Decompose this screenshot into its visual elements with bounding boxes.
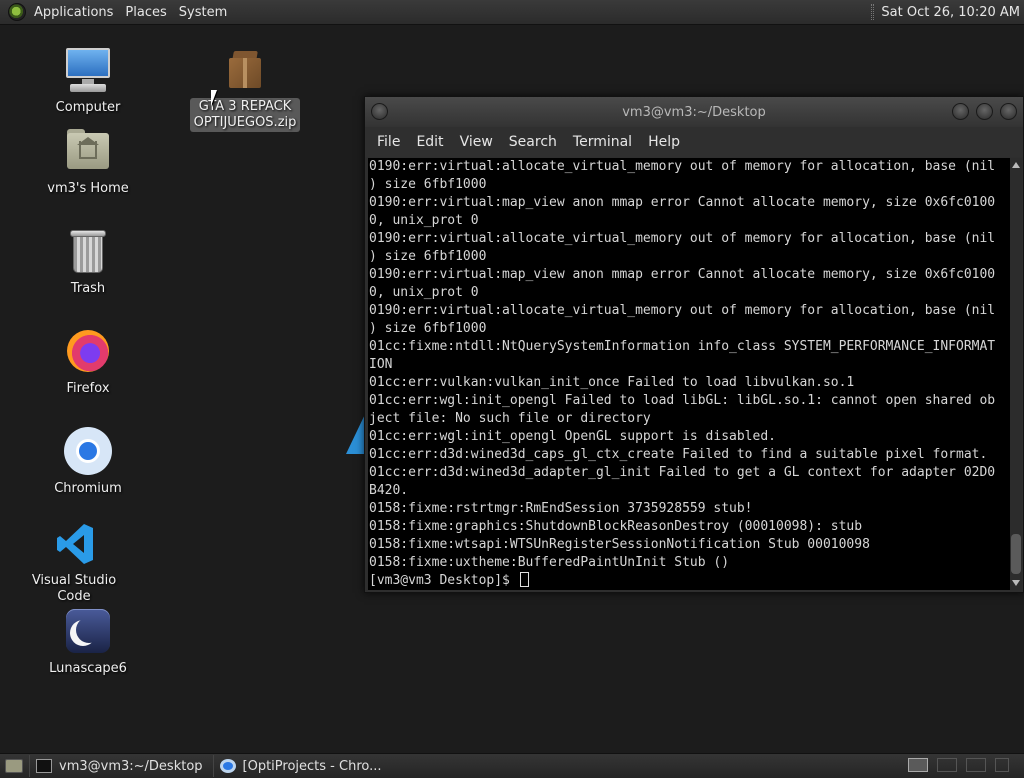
lunascape-icon — [64, 607, 112, 655]
terminal-line: 01cc:err:wgl:init_opengl Failed to load … — [369, 393, 996, 408]
workspace-3[interactable] — [966, 758, 986, 772]
home-folder-icon — [64, 127, 112, 175]
terminal-line: 0190:err:virtual:map_view anon mmap erro… — [369, 195, 996, 210]
trash-icon — [64, 227, 112, 275]
scroll-thumb[interactable] — [1011, 534, 1021, 574]
close-button[interactable] — [1000, 103, 1017, 120]
clock[interactable]: Sat Oct 26, 10:20 AM — [881, 5, 1024, 20]
vscode-icon — [50, 519, 98, 567]
computer-icon — [64, 46, 112, 94]
desktop-icon-label: Trash — [70, 281, 106, 296]
chromium-icon — [219, 759, 236, 773]
minimize-button[interactable] — [952, 103, 969, 120]
terminal-line: ) size 6fbf1000 — [369, 249, 487, 264]
desktop-icon-zip-file[interactable]: GTA 3 REPACK OPTIJUEGOS.zip — [185, 48, 305, 132]
desktop-icon-trash[interactable]: Trash — [28, 227, 148, 297]
terminal-line: 0158:fixme:rstrtmgr:RmEndSession 3735928… — [369, 501, 753, 516]
desktop-icon-label: Computer — [55, 100, 121, 115]
terminal-line: 01cc:fixme:ntdll:NtQuerySystemInformatio… — [369, 339, 996, 354]
system-menu[interactable]: System — [173, 0, 233, 25]
zip-archive-icon — [221, 48, 269, 96]
taskbar-item-chromium[interactable]: [OptiProjects - Chro... — [212, 755, 388, 777]
terminal-menubar: File Edit View Search Terminal Help — [365, 127, 1023, 157]
terminal-line: 0158:fixme:uxtheme:BufferedPaintUnInit S… — [369, 555, 730, 570]
desktop-icon-home[interactable]: vm3's Home — [28, 127, 148, 197]
desktop-icon-firefox[interactable]: Firefox — [28, 327, 148, 397]
menu-view[interactable]: View — [452, 134, 501, 150]
terminal-line: 0190:err:virtual:allocate_virtual_memory… — [369, 231, 996, 246]
menu-file[interactable]: File — [369, 134, 408, 150]
menu-search[interactable]: Search — [501, 134, 565, 150]
terminal-line: 01cc:err:vulkan:vulkan_init_once Failed … — [369, 375, 855, 390]
terminal-titlebar[interactable]: vm3@vm3:~/Desktop — [365, 97, 1023, 127]
applications-menu[interactable]: Applications — [28, 0, 119, 25]
terminal-line: 0190:err:virtual:allocate_virtual_memory… — [369, 159, 996, 174]
workspace-1[interactable] — [908, 758, 928, 772]
workspace-2[interactable] — [937, 758, 957, 772]
terminal-line: 0190:err:virtual:allocate_virtual_memory… — [369, 303, 996, 318]
window-title: vm3@vm3:~/Desktop — [622, 104, 766, 120]
terminal-line: 0158:fixme:wtsapi:WTSUnRegisterSessionNo… — [369, 537, 870, 552]
menu-terminal[interactable]: Terminal — [565, 134, 640, 150]
desktop-icon-label: Chromium — [54, 481, 122, 496]
panel-separator — [871, 4, 875, 20]
desktop-icon-lunascape[interactable]: Lunascape6 — [28, 607, 148, 677]
terminal-window[interactable]: vm3@vm3:~/Desktop File Edit View Search … — [364, 96, 1024, 593]
text-cursor — [519, 572, 529, 587]
taskbar-item-label: vm3@vm3:~/Desktop — [59, 758, 203, 774]
terminal-lines: 0190:err:virtual:allocate_virtual_memory… — [368, 158, 1010, 590]
terminal-line: 01cc:err:d3d:wined3d_adapter_gl_init Fai… — [369, 465, 996, 480]
terminal-line: 01cc:err:d3d:wined3d_caps_gl_ctx_create … — [369, 447, 988, 462]
mouse-pointer-icon — [211, 90, 217, 106]
desktop-icon-vscode[interactable]: Visual Studio Code — [14, 519, 134, 605]
terminal-line: B420. — [369, 483, 409, 498]
terminal-line: ject file: No such file or directory — [369, 411, 651, 426]
desktop-icon-label: vm3's Home — [47, 181, 129, 196]
terminal-line: 0158:fixme:graphics:ShutdownBlockReasonD… — [369, 519, 863, 534]
scroll-down-icon[interactable] — [1012, 580, 1020, 586]
top-menu: Applications Places System — [0, 0, 233, 24]
top-panel: Applications Places System Sat Oct 26, 1… — [0, 0, 1024, 25]
zip-label-line2: OPTIJUEGOS.zip — [193, 115, 297, 130]
menu-help[interactable]: Help — [640, 134, 688, 150]
scroll-up-icon[interactable] — [1012, 162, 1020, 168]
terminal-line: ) size 6fbf1000 — [369, 177, 487, 192]
distro-logo-icon[interactable] — [8, 3, 26, 21]
desktop-icon-label: GTA 3 REPACK OPTIJUEGOS.zip — [189, 98, 301, 132]
firefox-icon — [64, 327, 112, 375]
window-menu-button[interactable] — [371, 103, 388, 120]
terminal-line: 01cc:err:wgl:init_opengl OpenGL support … — [369, 429, 776, 444]
desktop-icon-computer[interactable]: Computer — [28, 46, 148, 116]
workspace-4[interactable] — [995, 758, 1009, 772]
terminal-line: 0190:err:virtual:map_view anon mmap erro… — [369, 267, 996, 282]
chromium-icon — [64, 427, 112, 475]
places-menu[interactable]: Places — [119, 0, 172, 25]
taskbar-item-label: [OptiProjects - Chro... — [242, 758, 382, 774]
taskbar-item-terminal[interactable]: vm3@vm3:~/Desktop — [29, 755, 209, 777]
desktop-icon-label: Firefox — [66, 381, 110, 396]
terminal-line: 0, unix_prot 0 — [369, 285, 479, 300]
top-panel-right: Sat Oct 26, 10:20 AM — [871, 0, 1024, 24]
terminal-output[interactable]: 0190:err:virtual:allocate_virtual_memory… — [368, 158, 1010, 590]
desktop-icon-chromium[interactable]: Chromium — [28, 427, 148, 497]
desktop-icon-label: Lunascape6 — [49, 661, 127, 676]
terminal-prompt: [vm3@vm3 Desktop]$ — [369, 573, 518, 588]
maximize-button[interactable] — [976, 103, 993, 120]
terminal-line: ) size 6fbf1000 — [369, 321, 487, 336]
terminal-icon — [36, 759, 52, 773]
desktop-icon-label: Visual Studio Code — [31, 573, 117, 604]
terminal-line: 0, unix_prot 0 — [369, 213, 479, 228]
menu-edit[interactable]: Edit — [408, 134, 451, 150]
terminal-prompt-line[interactable]: [vm3@vm3 Desktop]$ — [369, 572, 1010, 590]
show-desktop-icon[interactable] — [5, 759, 23, 773]
terminal-scrollbar[interactable] — [1010, 158, 1022, 590]
bottom-panel: vm3@vm3:~/Desktop [OptiProjects - Chro..… — [0, 753, 1024, 778]
terminal-line: ION — [369, 357, 393, 372]
